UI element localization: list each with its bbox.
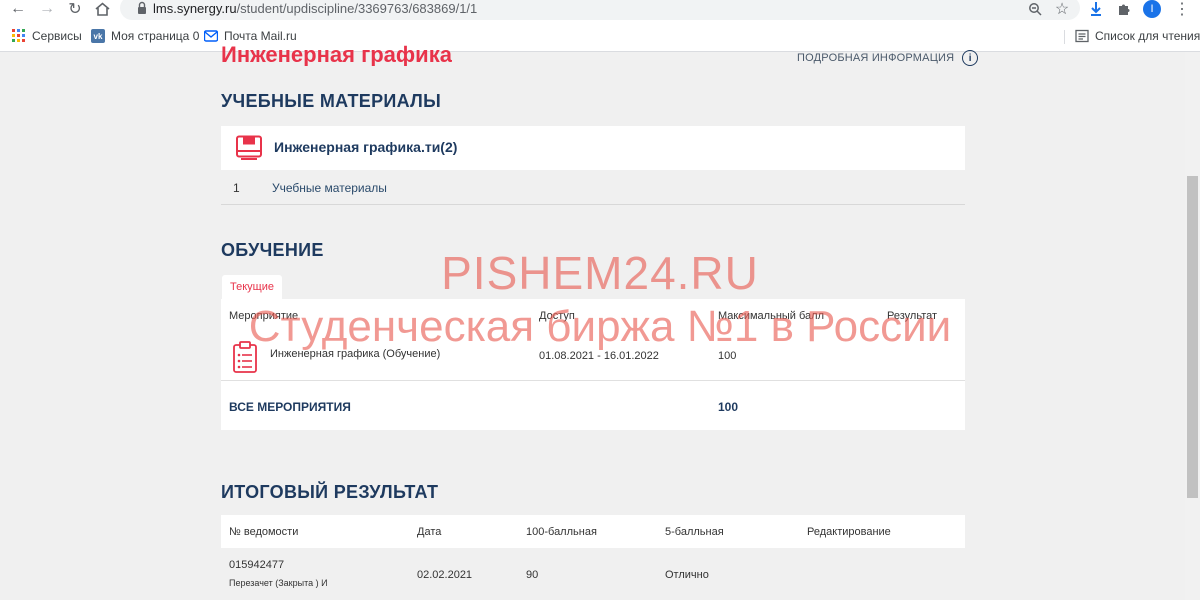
reload-icon[interactable]: ↻ (65, 0, 85, 18)
more-info-link[interactable]: ПОДРОБНАЯ ИНФОРМАЦИЯ i (797, 50, 979, 66)
bookmark-label: Моя страница 0 (111, 29, 200, 43)
menu-dots-icon[interactable]: ⋮ (1172, 0, 1192, 18)
apps-grid-icon (12, 29, 26, 43)
zoom-icon[interactable] (1025, 0, 1045, 18)
col-score5: 5-балльная (665, 526, 724, 538)
col-event: Мероприятие (229, 310, 299, 322)
url-host: lms.synergy.ru (153, 1, 237, 16)
vk-icon: vk (91, 29, 105, 43)
clipboard-icon (231, 341, 259, 373)
lock-icon[interactable] (135, 1, 149, 15)
final-score5: Отлично (665, 569, 709, 581)
browser-chrome: ← → ↻ lms.synergy.ru/student/updisciplin… (0, 0, 1200, 52)
event-max-score: 100 (718, 350, 737, 362)
reading-list-label: Список для чтения (1095, 29, 1200, 43)
col-max: Максимальный балл (718, 310, 824, 322)
col-access: Доступ (539, 310, 575, 322)
material-subrow: 1 Учебные материалы (221, 172, 965, 205)
back-arrow-icon[interactable]: ← (8, 0, 28, 18)
bookmarks-bar: Сервисы vk Моя страница 0 Почта Mail.ru … (0, 24, 1200, 48)
col-edit: Редактирование (807, 526, 891, 538)
col-date: Дата (417, 526, 442, 538)
materials-heading: УЧЕБНЫЕ МАТЕРИАЛЫ (221, 91, 442, 111)
mail-icon (203, 29, 219, 43)
reading-list[interactable]: Список для чтения (1075, 27, 1200, 45)
learning-heading: ОБУЧЕНИЕ (221, 240, 324, 260)
col-statement: № ведомости (229, 526, 299, 538)
total-max: 100 (718, 400, 739, 414)
material-sub-number: 1 (233, 181, 240, 195)
material-title[interactable]: Инженерная графика.ти(2) (274, 139, 457, 155)
final-score100: 90 (526, 569, 539, 581)
tab-current[interactable]: Текущие (222, 275, 282, 299)
total-label: ВСЕ МЕРОПРИЯТИЯ (229, 400, 351, 414)
col-result: Результат (887, 310, 938, 322)
reading-list-icon (1075, 29, 1089, 43)
material-sub-link[interactable]: Учебные материалы (272, 181, 387, 195)
star-icon[interactable]: ☆ (1052, 0, 1072, 18)
info-icon: i (962, 50, 979, 66)
forward-arrow-icon[interactable]: → (37, 0, 57, 18)
book-icon (235, 135, 263, 161)
statement-note: Перезачет (Закрыта ) И (229, 578, 328, 588)
bookmark-services[interactable]: Сервисы (12, 27, 82, 45)
bookmark-label: Сервисы (32, 29, 82, 43)
url-path: /student/updiscipline/3369763/683869/1/1 (236, 1, 478, 16)
download-icon[interactable] (1086, 0, 1106, 18)
final-heading: ИТОГОВЫЙ РЕЗУЛЬТАТ (221, 482, 439, 502)
row-divider (221, 380, 965, 381)
bookmark-vk[interactable]: vk Моя страница 0 (91, 27, 199, 45)
page-title: Инженерная графика (221, 42, 452, 66)
home-icon[interactable] (92, 0, 112, 18)
event-name[interactable]: Инженерная графика (Обучение) (270, 348, 440, 360)
event-access: 01.08.2021 - 16.01.2022 (539, 350, 659, 362)
final-date: 02.02.2021 (417, 569, 473, 581)
more-info-label: ПОДРОБНАЯ ИНФОРМАЦИЯ (797, 52, 955, 64)
scrollbar-thumb[interactable] (1187, 176, 1198, 498)
statement-number: 015942477 (229, 559, 285, 571)
profile-avatar[interactable]: I (1143, 0, 1161, 18)
url-text[interactable]: lms.synergy.ru/student/updiscipline/3369… (153, 1, 477, 16)
col-score100: 100-балльная (526, 526, 597, 538)
browser-toolbar: ← → ↻ lms.synergy.ru/student/updisciplin… (0, 0, 1200, 20)
bookmarks-separator (1064, 30, 1065, 44)
extensions-icon[interactable] (1114, 0, 1134, 18)
